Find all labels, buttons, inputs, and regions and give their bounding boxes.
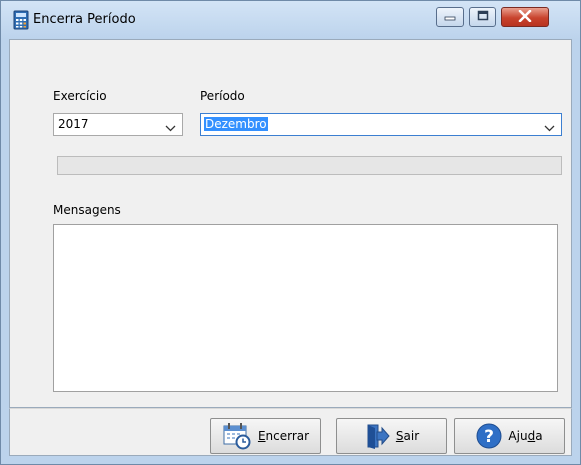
ajuda-label-pre: Aju bbox=[508, 429, 528, 443]
encerrar-button-label: Encerrar bbox=[258, 429, 309, 443]
sair-mnemonic: S bbox=[395, 429, 404, 443]
encerrar-mnemonic: E bbox=[257, 429, 266, 443]
svg-text:?: ? bbox=[484, 427, 494, 447]
exit-door-icon bbox=[364, 423, 390, 449]
exercicio-label: Exercício bbox=[53, 89, 107, 103]
encerra-periodo-window: Encerra Período Exercício 2017 Período D… bbox=[0, 0, 581, 465]
title-bar[interactable]: Encerra Período bbox=[1, 1, 580, 39]
sair-label-rest: air bbox=[403, 429, 420, 443]
chevron-down-icon bbox=[165, 121, 176, 132]
progress-bar bbox=[57, 156, 562, 175]
window-title: Encerra Período bbox=[33, 12, 136, 27]
calculator-icon bbox=[11, 10, 31, 30]
calendar-clock-icon bbox=[222, 422, 252, 450]
help-icon: ? bbox=[476, 423, 502, 449]
periodo-value: Dezembro bbox=[204, 117, 268, 131]
ajuda-button-label: Ajuda bbox=[508, 429, 542, 443]
button-bar: Encerrar Sair ? Ajuda bbox=[9, 408, 572, 456]
sair-button-label: Sair bbox=[396, 429, 419, 443]
mensagens-textarea[interactable] bbox=[53, 224, 558, 392]
close-button[interactable] bbox=[501, 7, 549, 27]
minimize-button[interactable] bbox=[436, 7, 464, 27]
chevron-down-icon bbox=[544, 121, 555, 132]
minimize-icon bbox=[444, 10, 456, 24]
encerrar-button[interactable]: Encerrar bbox=[210, 418, 321, 454]
exercicio-value: 2017 bbox=[58, 117, 89, 131]
maximize-icon bbox=[477, 10, 489, 24]
close-icon bbox=[518, 9, 532, 25]
ajuda-button[interactable]: ? Ajuda bbox=[454, 418, 565, 454]
encerrar-label-rest: ncerrar bbox=[265, 429, 310, 443]
sair-button[interactable]: Sair bbox=[336, 418, 447, 454]
periodo-label: Período bbox=[200, 89, 245, 103]
periodo-select[interactable]: Dezembro bbox=[200, 113, 562, 136]
mensagens-label: Mensagens bbox=[53, 203, 121, 217]
maximize-button[interactable] bbox=[469, 7, 496, 27]
ajuda-label-rest: a bbox=[535, 429, 543, 443]
exercicio-select[interactable]: 2017 bbox=[53, 113, 183, 136]
form-panel: Exercício 2017 Período Dezembro Mensagen… bbox=[9, 39, 572, 408]
